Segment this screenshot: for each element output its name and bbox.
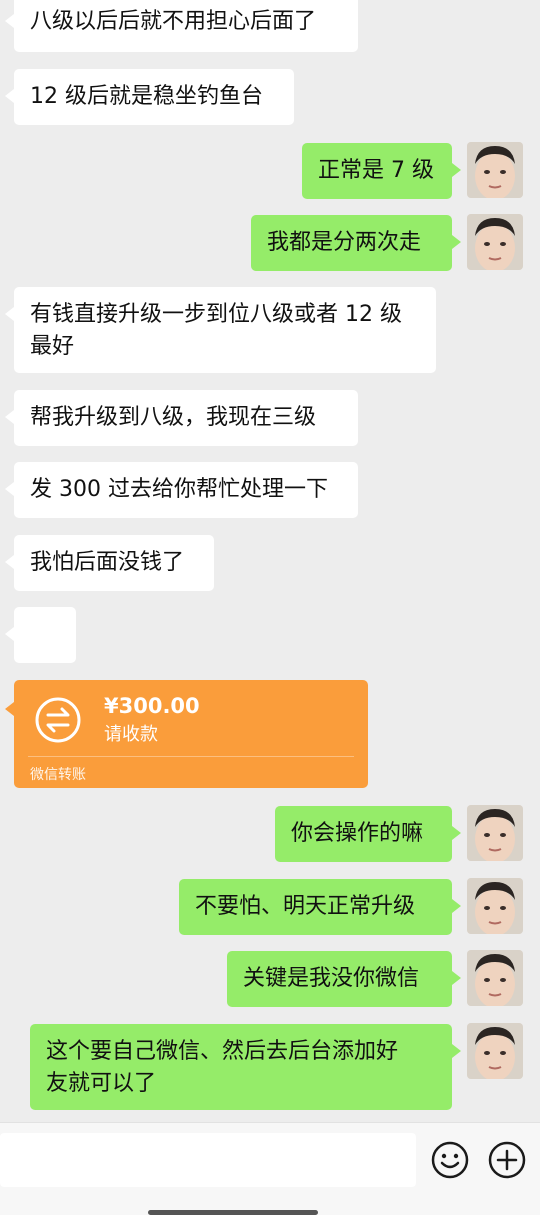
transfer-status: 请收款 — [104, 724, 158, 745]
plus-circle-icon[interactable] — [487, 1140, 527, 1180]
message-bubble-outgoing[interactable]: 正常是 7 级 — [302, 143, 461, 199]
avatar[interactable] — [467, 805, 523, 861]
avatar-face-icon — [467, 142, 523, 198]
avatar-face-icon — [467, 805, 523, 861]
message-bubble-incoming[interactable]: 帮我升级到八级，我现在三级 — [5, 390, 358, 446]
avatar[interactable] — [467, 1023, 523, 1079]
message-bubble-incoming[interactable]: 八级以后后就不用担心后面了 — [5, 0, 358, 52]
transfer-arrows-icon — [35, 697, 81, 743]
transfer-footer-label: 微信转账 — [30, 767, 86, 783]
chat-history[interactable]: 八级以后后就不用担心后面了 12 级后就是稳坐钓鱼台 正常是 7 级 我都是分两… — [0, 0, 540, 1122]
avatar[interactable] — [467, 214, 523, 270]
transfer-divider — [28, 756, 354, 757]
message-bubble-incoming[interactable]: 我怕后面没钱了 — [5, 535, 214, 591]
message-input[interactable] — [0, 1133, 416, 1187]
avatar-face-icon — [467, 878, 523, 934]
message-bubble-outgoing[interactable]: 不要怕、明天正常升级 — [179, 879, 461, 935]
home-indicator — [148, 1210, 318, 1215]
avatar-face-icon — [467, 214, 523, 270]
avatar[interactable] — [467, 950, 523, 1006]
message-bubble-outgoing[interactable]: 关键是我没你微信 — [227, 951, 461, 1007]
wechat-transfer-card[interactable]: ¥300.00 请收款 微信转账 — [5, 680, 368, 788]
message-bubble-outgoing[interactable]: 这个要自己微信、然后去后台添加好 友就可以了 — [30, 1024, 461, 1110]
input-toolbar — [0, 1122, 540, 1215]
message-bubble-outgoing[interactable]: 我都是分两次走 — [251, 215, 461, 271]
avatar-face-icon — [467, 1023, 523, 1079]
message-bubble-incoming[interactable]: 发 300 过去给你帮忙处理一下 — [5, 462, 358, 518]
avatar[interactable] — [467, 878, 523, 934]
message-bubble-incoming[interactable] — [5, 607, 76, 713]
message-bubble-outgoing[interactable]: 你会操作的嘛 — [275, 806, 461, 862]
message-bubble-incoming[interactable]: 12 级后就是稳坐钓鱼台 — [5, 69, 294, 125]
smiley-icon[interactable] — [430, 1140, 470, 1180]
avatar-face-icon — [467, 950, 523, 1006]
transfer-amount: ¥300.00 — [104, 694, 200, 718]
avatar[interactable] — [467, 142, 523, 198]
message-bubble-incoming[interactable]: 有钱直接升级一步到位八级或者 12 级 最好 — [5, 287, 436, 373]
